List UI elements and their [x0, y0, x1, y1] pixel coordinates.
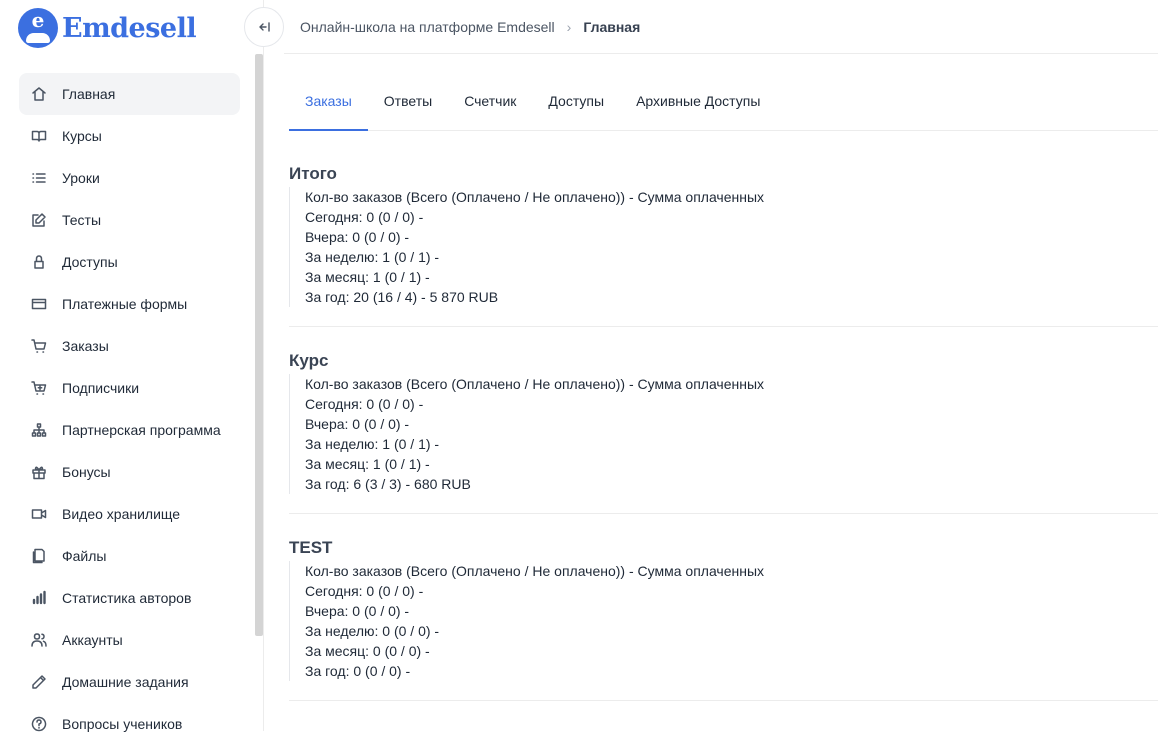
stats-section: TEST Кол-во заказов (Всего (Оплачено / Не…	[289, 535, 1158, 701]
logo-text: Emdesell	[62, 12, 197, 44]
section-title: Курс	[289, 351, 329, 370]
stat-line: Кол-во заказов (Всего (Оплачено / Не опл…	[305, 189, 765, 205]
topbar: Онлайн-школа на платформе Emdesell › Гла…	[284, 0, 1158, 54]
gift-icon	[31, 464, 47, 480]
stat-line: За месяц: 1 (0 / 1) -	[305, 456, 430, 472]
sidebar-item-label: Статистика авторов	[62, 590, 192, 606]
sidebar-scrollbar[interactable]	[255, 54, 263, 636]
sidebar-item-12[interactable]: Статистика авторов	[19, 577, 240, 619]
stat-line: За неделю: 1 (0 / 1) -	[305, 249, 440, 265]
stat-line: Кол-во заказов (Всего (Оплачено / Не опл…	[305, 376, 765, 392]
sidebar-item-2[interactable]: Уроки	[19, 157, 240, 199]
sidebar-item-3[interactable]: Тесты	[19, 199, 240, 241]
tab-2[interactable]: Счетчик	[448, 82, 532, 131]
stats-section: Итого Кол-во заказов (Всего (Оплачено / Н…	[289, 161, 1158, 327]
sidebar-item-0[interactable]: Главная	[19, 73, 240, 115]
section-title: TEST	[289, 538, 333, 557]
sidebar-item-label: Тесты	[62, 212, 102, 228]
cart-icon	[31, 338, 47, 354]
breadcrumb-school[interactable]: Онлайн-школа на платформе Emdesell	[300, 19, 555, 35]
stats-list: Кол-во заказов (Всего (Оплачено / Не опл…	[289, 374, 1158, 494]
tab-3[interactable]: Доступы	[532, 82, 620, 131]
stats-list: Кол-во заказов (Всего (Оплачено / Не опл…	[289, 561, 1158, 681]
stat-line: Сегодня: 0 (0 / 0) -	[305, 583, 424, 599]
stats-section: Курс Кол-во заказов (Всего (Оплачено / Не…	[289, 348, 1158, 514]
sidebar-item-label: Курсы	[62, 128, 102, 144]
sidebar-item-label: Подписчики	[62, 380, 140, 396]
sidebar-item-label: Доступы	[62, 254, 118, 270]
pencil-icon	[31, 674, 47, 690]
hierarchy-icon	[31, 422, 47, 438]
edit-icon	[31, 212, 47, 228]
sidebar-item-label: Уроки	[62, 170, 100, 186]
sidebar-item-10[interactable]: Видео хранилище	[19, 493, 240, 535]
credit-card-icon	[31, 296, 47, 312]
sidebar-item-5[interactable]: Платежные формы	[19, 283, 240, 325]
logo-letter: e	[31, 8, 45, 32]
sidebar-item-label: Вопросы учеников	[62, 716, 183, 732]
stat-line: Вчера: 0 (0 / 0) -	[305, 416, 410, 432]
book-icon	[31, 128, 47, 144]
sidebar-item-label: Платежные формы	[62, 296, 188, 312]
stat-line: За год: 20 (16 / 4) - 5 870 RUB	[305, 289, 499, 305]
stat-line: За год: 6 (3 / 3) - 680 RUB	[305, 476, 471, 492]
stat-line: За месяц: 1 (0 / 1) -	[305, 269, 430, 285]
sidebar-item-8[interactable]: Партнерская программа	[19, 409, 240, 451]
tab-0[interactable]: Заказы	[289, 82, 368, 131]
list-icon	[31, 170, 47, 186]
stat-line: Сегодня: 0 (0 / 0) -	[305, 209, 424, 225]
question-icon	[31, 716, 47, 732]
tabs: Заказы Ответы Счетчик Доступы Архивные Досту…	[289, 82, 1158, 131]
sidebar-item-label: Аккаунты	[62, 632, 123, 648]
sidebar-item-label: Видео хранилище	[62, 506, 181, 522]
stat-line: Кол-во заказов (Всего (Оплачено / Не опл…	[305, 563, 765, 579]
video-icon	[31, 506, 47, 522]
logo[interactable]: e Emdesell	[18, 8, 197, 48]
stat-line: За год: 0 (0 / 0) -	[305, 663, 411, 679]
cart-plus-icon	[31, 380, 47, 396]
tab-1[interactable]: Ответы	[368, 82, 448, 131]
sidebar-item-1[interactable]: Курсы	[19, 115, 240, 157]
sidebar: e Emdesell Главная Курсы Уроки Тесты Доступы…	[0, 0, 264, 732]
files-icon	[31, 548, 47, 564]
sidebar-item-11[interactable]: Файлы	[19, 535, 240, 577]
sidebar-item-label: Домашние задания	[62, 674, 189, 690]
stat-line: Вчера: 0 (0 / 0) -	[305, 229, 410, 245]
sidebar-item-9[interactable]: Бонусы	[19, 451, 240, 493]
sidebar-nav: Главная Курсы Уроки Тесты Доступы Платежные ф…	[19, 73, 240, 745]
chevron-right-icon: ›	[566, 18, 572, 35]
sidebar-item-label: Заказы	[62, 338, 109, 354]
sidebar-item-label: Главная	[62, 86, 116, 102]
sidebar-item-label: Файлы	[62, 548, 107, 564]
collapse-sidebar-button[interactable]	[244, 7, 284, 47]
section-title: Итого	[289, 164, 337, 183]
bar-chart-icon	[31, 590, 47, 606]
sidebar-item-label: Бонусы	[62, 464, 111, 480]
sidebar-item-6[interactable]: Заказы	[19, 325, 240, 367]
stat-line: Сегодня: 0 (0 / 0) -	[305, 396, 424, 412]
users-icon	[31, 632, 47, 648]
sidebar-item-14[interactable]: Домашние задания	[19, 661, 240, 703]
collapse-left-icon	[259, 22, 270, 32]
sidebar-item-label: Партнерская программа	[62, 422, 221, 438]
lock-icon	[31, 254, 47, 270]
stats-list: Кол-во заказов (Всего (Оплачено / Не опл…	[289, 187, 1158, 307]
stat-line: За неделю: 1 (0 / 1) -	[305, 436, 440, 452]
stat-line: За месяц: 0 (0 / 0) -	[305, 643, 430, 659]
logo-icon: e	[18, 8, 58, 48]
sidebar-item-13[interactable]: Аккаунты	[19, 619, 240, 661]
sidebar-item-4[interactable]: Доступы	[19, 241, 240, 283]
sidebar-item-15[interactable]: Вопросы учеников	[19, 703, 240, 745]
tab-4[interactable]: Архивные Доступы	[620, 82, 776, 131]
breadcrumb-current: Главная	[583, 18, 641, 35]
sidebar-item-7[interactable]: Подписчики	[19, 367, 240, 409]
home-icon	[31, 86, 47, 102]
stat-line: Вчера: 0 (0 / 0) -	[305, 603, 410, 619]
stat-line: За неделю: 0 (0 / 0) -	[305, 623, 440, 639]
